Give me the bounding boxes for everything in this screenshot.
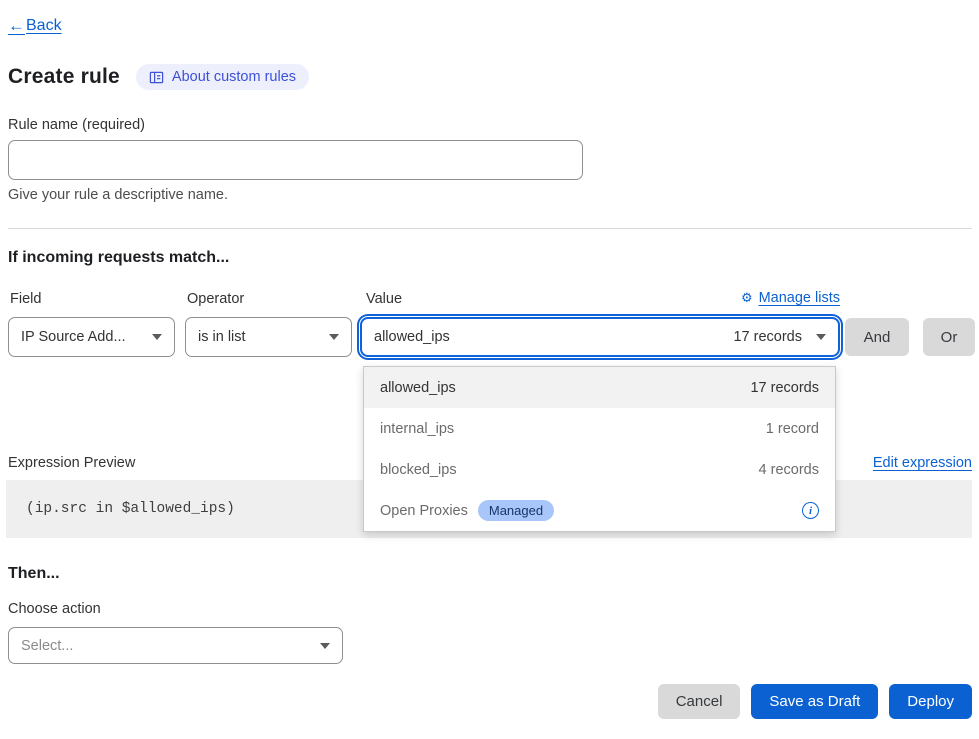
field-label: Field: [10, 291, 41, 307]
expression-code: (ip.src in $allowed_ips): [26, 501, 235, 517]
deploy-button[interactable]: Deploy: [889, 684, 972, 719]
operator-select[interactable]: is in list: [185, 317, 352, 357]
action-select-placeholder: Select...: [21, 638, 73, 654]
or-button[interactable]: Or: [923, 318, 975, 356]
rule-name-label: Rule name (required): [8, 117, 145, 133]
list-item-records: 17 records: [750, 380, 819, 396]
list-item-name: Open Proxies: [380, 503, 468, 519]
operator-label: Operator: [187, 291, 244, 307]
back-link[interactable]: ← Back: [8, 16, 62, 36]
field-select-value: IP Source Add...: [21, 329, 126, 345]
about-badge-label: About custom rules: [172, 69, 296, 85]
managed-badge: Managed: [478, 500, 554, 521]
gear-icon: ⚙: [741, 290, 753, 306]
value-select[interactable]: allowed_ips 17 records: [360, 317, 840, 357]
manage-lists-label: Manage lists: [759, 290, 840, 306]
rule-name-helper: Give your rule a descriptive name.: [8, 187, 228, 203]
about-custom-rules-link[interactable]: About custom rules: [136, 64, 309, 90]
footer-actions: Cancel Save as Draft Deploy: [658, 684, 972, 719]
action-select[interactable]: Select...: [8, 627, 343, 664]
rule-name-input[interactable]: [8, 140, 583, 180]
edit-expression-link[interactable]: Edit expression: [873, 455, 972, 471]
chevron-down-icon: [816, 334, 826, 340]
chevron-down-icon: [329, 334, 339, 340]
save-as-draft-button[interactable]: Save as Draft: [751, 684, 878, 719]
operator-select-value: is in list: [198, 329, 246, 345]
value-select-value: allowed_ips: [374, 329, 450, 345]
choose-action-label: Choose action: [8, 601, 101, 617]
list-item-records: 4 records: [759, 462, 819, 478]
and-button[interactable]: And: [845, 318, 909, 356]
then-section-heading: Then...: [8, 565, 60, 583]
book-icon: [149, 70, 164, 85]
list-item-records: 1 record: [766, 421, 819, 437]
page-title: Create rule: [8, 65, 120, 89]
back-arrow-icon: ←: [8, 16, 25, 36]
match-section-heading: If incoming requests match...: [8, 249, 229, 267]
list-item-internal-ips[interactable]: internal_ips 1 record: [364, 408, 835, 449]
info-icon[interactable]: i: [802, 502, 819, 519]
list-dropdown-menu: allowed_ips 17 records internal_ips 1 re…: [363, 366, 836, 532]
chevron-down-icon: [320, 643, 330, 649]
list-item-name: internal_ips: [380, 421, 454, 437]
list-item-open-proxies[interactable]: Open Proxies Managed i: [364, 490, 835, 531]
value-label: Value: [366, 291, 402, 307]
back-label: Back: [26, 17, 62, 35]
cancel-button[interactable]: Cancel: [658, 684, 741, 719]
list-item-blocked-ips[interactable]: blocked_ips 4 records: [364, 449, 835, 490]
value-select-records: 17 records: [733, 329, 802, 345]
page-header: Create rule About custom rules: [8, 64, 309, 90]
field-select[interactable]: IP Source Add...: [8, 317, 175, 357]
list-item-allowed-ips[interactable]: allowed_ips 17 records: [364, 367, 835, 408]
section-divider: [8, 228, 972, 229]
list-item-name: blocked_ips: [380, 462, 457, 478]
expression-preview-label: Expression Preview: [8, 455, 135, 471]
list-item-name: allowed_ips: [380, 380, 456, 396]
manage-lists-link[interactable]: ⚙ Manage lists: [741, 290, 840, 306]
chevron-down-icon: [152, 334, 162, 340]
